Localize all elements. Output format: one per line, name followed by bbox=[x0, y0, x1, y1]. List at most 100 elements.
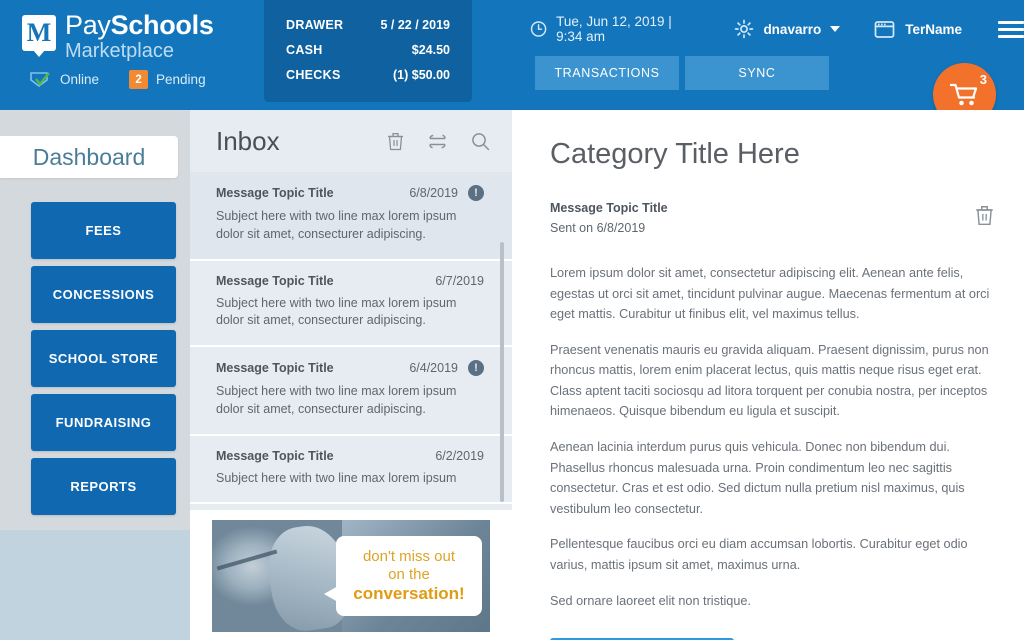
inbox-action-bar bbox=[387, 132, 490, 151]
terminal-selector[interactable]: TerName bbox=[874, 20, 962, 39]
message-subject: Subject here with two line max lorem ips… bbox=[216, 470, 457, 485]
message-header-row: Message Topic Title 6/2/2019 bbox=[216, 449, 484, 463]
brand-text: PaySchools Marketplace bbox=[65, 12, 214, 62]
gear-icon bbox=[735, 19, 754, 39]
unread-alert-icon: ! bbox=[468, 360, 484, 376]
sidebar-item-dashboard[interactable]: Dashboard bbox=[0, 136, 178, 178]
drawer-row: CHECKS (1) $50.00 bbox=[286, 68, 450, 82]
hamburger-bar bbox=[998, 27, 1024, 31]
clock-icon bbox=[530, 21, 547, 37]
inbox-title: Inbox bbox=[216, 125, 280, 156]
dashboard-label: Dashboard bbox=[32, 143, 146, 170]
detail-message-title: Message Topic Title bbox=[550, 201, 668, 215]
connection-status-row: Online 2 Pending bbox=[30, 70, 206, 89]
drawer-key: CHECKS bbox=[286, 68, 341, 82]
sidebar-item-fees[interactable]: FEES bbox=[31, 202, 176, 259]
message-subject: Subject here with two line max lorem ips… bbox=[216, 295, 457, 328]
magnifier-glyph bbox=[472, 132, 490, 150]
sort-icon[interactable] bbox=[427, 132, 448, 151]
message-detail-panel: Category Title Here Message Topic Title … bbox=[512, 110, 1024, 640]
message-paragraph: Praesent venenatis mauris eu gravida ali… bbox=[550, 342, 989, 419]
message-header-row: Message Topic Title 6/4/2019 ! bbox=[216, 360, 484, 376]
brand-subtitle: Marketplace bbox=[65, 40, 174, 62]
datetime-display: Tue, Jun 12, 2019 | 9:34 am bbox=[530, 14, 700, 44]
message-header-row: Message Topic Title 6/7/2019 bbox=[216, 274, 484, 288]
detail-sent-date: Sent on 6/8/2019 bbox=[550, 221, 646, 235]
drawer-value: 5 / 22 / 2019 bbox=[380, 18, 450, 32]
brand-name: PaySchools bbox=[65, 12, 214, 39]
message-paragraph: Sed ornare laoreet elit non tristique. bbox=[550, 593, 752, 608]
tab-sync[interactable]: SYNC bbox=[685, 56, 829, 90]
sidebar-item-concessions[interactable]: CONCESSIONS bbox=[31, 266, 176, 323]
logo-letter: M bbox=[26, 18, 52, 47]
pending-label: Pending bbox=[156, 72, 206, 87]
user-menu[interactable]: dnavarro bbox=[734, 19, 841, 39]
drawer-value: $24.50 bbox=[411, 43, 450, 57]
message-subject: Subject here with two line max lorem ips… bbox=[216, 209, 457, 241]
hamburger-menu-icon[interactable] bbox=[998, 20, 1024, 38]
brand-logo: M PaySchools Marketplace bbox=[22, 12, 214, 61]
sidebar-footer-area bbox=[0, 530, 190, 640]
message-meta-row: Message Topic Title Sent on 6/8/2019 bbox=[550, 201, 994, 235]
message-title: Message Topic Title bbox=[216, 273, 334, 288]
brand-name-part1: Pay bbox=[65, 10, 111, 40]
message-date: 6/8/2019 bbox=[409, 186, 458, 200]
online-status: Online bbox=[30, 71, 99, 89]
drawer-key: DRAWER bbox=[286, 18, 344, 32]
sort-swap-glyph bbox=[429, 133, 446, 149]
online-check-icon bbox=[30, 71, 50, 87]
promo-line-3: conversation! bbox=[353, 583, 465, 603]
pending-status: 2 Pending bbox=[129, 70, 206, 89]
delete-message-icon[interactable] bbox=[975, 205, 994, 231]
message-date: 6/4/2019 bbox=[409, 361, 458, 375]
message-paragraph: Lorem ipsum dolor sit amet, consectetur … bbox=[550, 266, 990, 322]
message-subject: Subject here with two line max lorem ips… bbox=[216, 384, 457, 416]
promo-image: don't miss out on the conversation! bbox=[212, 520, 490, 632]
message-title: Message Topic Title bbox=[216, 186, 334, 200]
sidebar-item-school-store[interactable]: SCHOOL STORE bbox=[31, 330, 176, 387]
tab-transactions[interactable]: TRANSACTIONS bbox=[535, 56, 679, 90]
hamburger-bar bbox=[998, 34, 1024, 38]
sidebar-item-fundraising[interactable]: FUNDRAISING bbox=[31, 394, 176, 451]
drawer-row: DRAWER 5 / 22 / 2019 bbox=[286, 18, 450, 32]
message-paragraph: Aenean lacinia interdum purus quis vehic… bbox=[550, 440, 965, 516]
list-item[interactable]: Message Topic Title 6/7/2019 Subject her… bbox=[190, 261, 512, 347]
drawer-value: (1) $50.00 bbox=[393, 68, 450, 82]
list-item[interactable]: Message Topic Title 6/4/2019 ! Subject h… bbox=[190, 347, 512, 436]
trash-can-glyph bbox=[388, 132, 403, 150]
message-list-scrollbar[interactable] bbox=[500, 242, 504, 502]
message-header-row: Message Topic Title 6/8/2019 ! bbox=[216, 185, 484, 201]
message-date: 6/2/2019 bbox=[435, 448, 484, 463]
terminal-name: TerName bbox=[905, 21, 962, 37]
shopping-cart-icon bbox=[949, 83, 977, 105]
pending-count-badge: 2 bbox=[129, 70, 149, 89]
cart-count-badge: 3 bbox=[979, 72, 987, 87]
sidebar-item-reports[interactable]: REPORTS bbox=[31, 458, 176, 515]
message-list[interactable]: Message Topic Title 6/8/2019 ! Subject h… bbox=[190, 172, 512, 510]
message-title: Message Topic Title bbox=[216, 361, 334, 375]
trash-can-glyph bbox=[976, 206, 993, 226]
delete-icon[interactable] bbox=[387, 132, 404, 151]
promo-banner[interactable]: don't miss out on the conversation! bbox=[190, 510, 512, 640]
search-icon[interactable] bbox=[471, 132, 490, 151]
datetime-text: Tue, Jun 12, 2019 | 9:34 am bbox=[556, 14, 672, 44]
promo-line-2: on the bbox=[388, 565, 430, 583]
terminal-icon bbox=[874, 20, 895, 38]
app-root: M PaySchools Marketplace Online 2 Pendin… bbox=[0, 0, 1024, 640]
unread-alert-icon: ! bbox=[468, 185, 484, 201]
logo-mark-icon: M bbox=[22, 15, 56, 51]
promo-line-1: don't miss out bbox=[362, 548, 456, 566]
message-title: Message Topic Title bbox=[216, 448, 334, 463]
page-title: Category Title Here bbox=[550, 138, 800, 170]
message-meta: Message Topic Title Sent on 6/8/2019 bbox=[550, 201, 975, 235]
header-tabs: TRANSACTIONS SYNC bbox=[535, 56, 829, 90]
header-right-cluster: Tue, Jun 12, 2019 | 9:34 am dnavarro Ter… bbox=[530, 14, 1024, 44]
drawer-key: CASH bbox=[286, 43, 323, 57]
chevron-down-icon bbox=[830, 26, 841, 32]
list-item[interactable]: Message Topic Title 6/8/2019 ! Subject h… bbox=[190, 172, 512, 261]
left-sidebar: Dashboard FEES CONCESSIONS SCHOOL STORE … bbox=[0, 110, 190, 640]
brand-name-part2: Schools bbox=[110, 10, 214, 40]
app-header: M PaySchools Marketplace Online 2 Pendin… bbox=[0, 0, 1024, 126]
inbox-header: Inbox bbox=[190, 110, 512, 172]
list-item[interactable]: Message Topic Title 6/2/2019 Subject her… bbox=[190, 436, 512, 505]
